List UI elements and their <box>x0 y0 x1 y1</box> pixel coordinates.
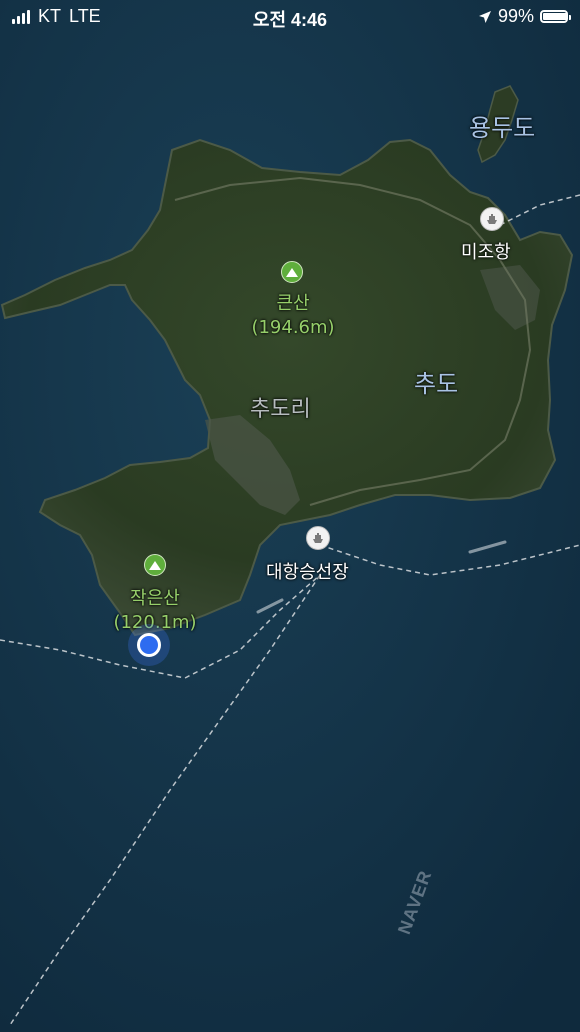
ferry-terminal-icon[interactable] <box>480 207 504 231</box>
battery-level-fill <box>543 13 567 20</box>
village-label-chudori[interactable]: 추도리 <box>250 391 311 423</box>
peak-label-big[interactable]: 큰산 (194.6m) <box>249 292 337 340</box>
current-location-dot[interactable] <box>137 633 161 657</box>
status-bar: KT LTE 오전 4:46 99% <box>0 0 580 34</box>
peak-height-big: (194.6m) <box>251 317 335 338</box>
peak-name-big: 큰산 <box>276 293 310 314</box>
port-label-mijohang[interactable]: 미조항 <box>461 238 511 264</box>
status-right: 99% <box>478 6 571 27</box>
battery-icon <box>540 10 571 23</box>
island-label-yongdudo[interactable]: 용두도 <box>469 108 535 143</box>
location-arrow-icon <box>478 10 491 23</box>
peak-name-small: 작은산 <box>130 588 180 609</box>
mountain-icon[interactable] <box>281 261 303 283</box>
ferry-terminal-icon[interactable] <box>306 526 330 550</box>
island-label-chudo[interactable]: 추도 <box>414 364 458 399</box>
satellite-map[interactable] <box>0 0 580 1032</box>
port-label-daehang[interactable]: 대항승선장 <box>266 558 349 584</box>
mountain-icon[interactable] <box>144 554 166 576</box>
battery-percent: 99% <box>497 6 534 26</box>
